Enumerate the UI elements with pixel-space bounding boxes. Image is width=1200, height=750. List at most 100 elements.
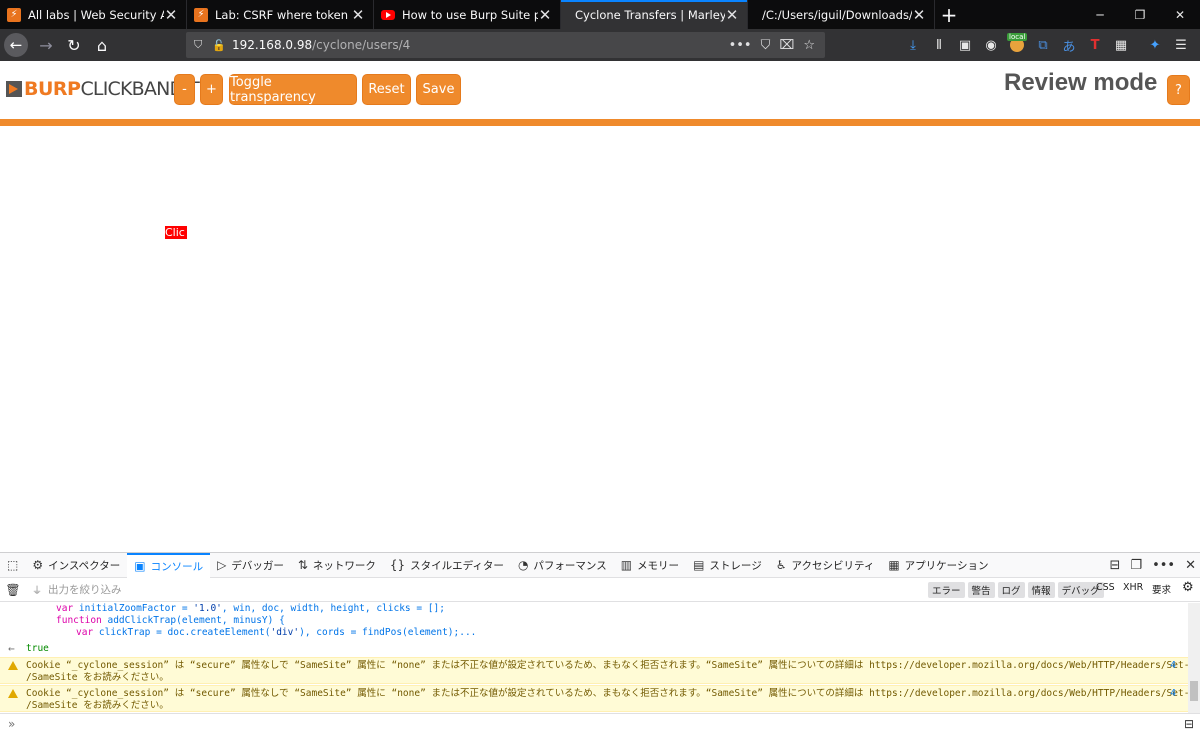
warning-source-link[interactable]: 4: [1170, 660, 1176, 671]
help-button[interactable]: ?: [1167, 75, 1190, 105]
tab-title: All labs | Web Security Academy: [28, 7, 164, 22]
code-line: var initialZoomFactor = '1.0', win, doc,…: [56, 603, 445, 614]
review-mode-title: Review mode: [1004, 69, 1158, 96]
extensions-icon[interactable]: ✦: [1142, 32, 1168, 58]
extension-local-icon[interactable]: local: [1004, 32, 1030, 58]
code-string: '1.0': [193, 603, 222, 614]
restore-button[interactable]: ❐: [1120, 0, 1160, 29]
input-prompt-icon: »: [8, 717, 16, 731]
shield-icon[interactable]: ⛉: [194, 38, 202, 52]
tab-storage[interactable]: ▤ ストレージ: [686, 553, 769, 578]
browser-tab-youtube[interactable]: How to use Burp Suite projects ✕: [374, 0, 561, 29]
tab-accessibility[interactable]: ♿ アクセシビリティ: [769, 553, 882, 578]
code-text: ), cords = findPos(element);...: [299, 627, 477, 638]
code-text: clickTrap = doc.createElement(: [93, 627, 271, 638]
click-trap[interactable]: Clic: [165, 226, 187, 239]
save-button[interactable]: Save: [416, 74, 461, 105]
page-actions-icon[interactable]: •••: [729, 38, 752, 53]
browser-tab-csrf-lab[interactable]: ⚡ Lab: CSRF where token is not tied ✕: [187, 0, 374, 29]
insecure-lock-icon[interactable]: 🔓: [212, 39, 226, 52]
url-host: 192.168.0.98: [231, 38, 313, 52]
more-options-icon[interactable]: •••: [1152, 558, 1175, 573]
framed-page: Clic: [0, 126, 1200, 552]
application-icon: ▦: [888, 558, 900, 572]
tab-label: アプリケーション: [904, 559, 989, 572]
zoom-out-button[interactable]: -: [174, 74, 195, 105]
warning-source-link[interactable]: 4: [1170, 688, 1176, 699]
close-icon[interactable]: ✕: [351, 7, 365, 22]
code-keyword: var: [56, 603, 74, 614]
minimize-button[interactable]: ─: [1080, 0, 1120, 29]
filter-info[interactable]: 情報: [1027, 582, 1055, 598]
tab-style-editor[interactable]: {} スタイルエディター: [383, 553, 511, 578]
back-button[interactable]: ←: [4, 33, 28, 57]
translator-icon[interactable]: あ: [1056, 32, 1082, 58]
browser-tab-all-labs[interactable]: ⚡ All labs | Web Security Academy ✕: [0, 0, 187, 29]
code-text: (element, minusY) {: [176, 615, 285, 626]
console-icon: ▣: [134, 559, 146, 573]
home-button[interactable]: ⌂: [88, 31, 116, 59]
close-window-button[interactable]: ✕: [1160, 0, 1200, 29]
bookmark-star-icon[interactable]: ☆: [803, 38, 815, 53]
network-icon: ⇅: [297, 558, 308, 572]
console-input[interactable]: » ⊟: [0, 713, 1200, 737]
close-icon[interactable]: ✕: [538, 7, 552, 22]
filter-logs[interactable]: ログ: [997, 582, 1025, 598]
library-icon[interactable]: ⫴: [926, 32, 952, 58]
close-icon[interactable]: ✕: [725, 7, 739, 22]
tab-label: コンソール: [150, 560, 204, 573]
close-devtools-icon[interactable]: ✕: [1185, 558, 1196, 573]
console-warning: Cookie “_cyclone_session” は “secure” 属性な…: [0, 685, 1200, 712]
menu-icon[interactable]: ☰: [1168, 32, 1194, 58]
console-settings-icon[interactable]: ⚙: [1182, 580, 1194, 595]
dock-side-icon[interactable]: ❐: [1130, 558, 1142, 573]
code-text: , win, doc, width, height, clicks = [];: [221, 603, 445, 614]
code-line: var clickTrap = doc.createElement('div')…: [76, 627, 476, 638]
tab-debugger[interactable]: ▷ デバッガー: [210, 553, 291, 578]
tab-memory[interactable]: ▥ メモリー: [614, 553, 686, 578]
grid-extension-icon[interactable]: ▦: [1108, 32, 1134, 58]
toggle-transparency-button[interactable]: Toggle transparency: [229, 74, 357, 105]
console-scrollbar[interactable]: [1188, 603, 1200, 713]
filter-css[interactable]: CSS: [1096, 582, 1115, 593]
tab-label: ネットワーク: [312, 559, 376, 572]
translate-extension-icon[interactable]: ⧉: [1030, 32, 1056, 58]
forward-button[interactable]: →: [32, 31, 60, 59]
element-picker-button[interactable]: ⬚: [0, 553, 25, 578]
reload-button[interactable]: ↻: [60, 31, 88, 59]
download-icon[interactable]: ⤓: [900, 32, 926, 58]
code-text: addClickTrap: [101, 615, 177, 626]
url-bar[interactable]: ⛉ 🔓 192.168.0.98/cyclone/users/4 ••• ⛉ ⌧…: [186, 32, 825, 58]
split-console-icon[interactable]: ⊟: [1110, 558, 1121, 573]
close-icon[interactable]: ✕: [164, 7, 178, 22]
tab-application[interactable]: ▦ アプリケーション: [881, 553, 995, 578]
reset-button[interactable]: Reset: [362, 74, 411, 105]
new-tab-button[interactable]: +: [935, 0, 963, 29]
t-extension-icon[interactable]: T: [1082, 32, 1108, 58]
scrollbar-thumb[interactable]: [1190, 681, 1198, 701]
storage-icon: ▤: [693, 558, 705, 572]
tab-performance[interactable]: ◔ パフォーマンス: [511, 553, 614, 578]
sidebar-icon[interactable]: ▣: [952, 32, 978, 58]
filter-xhr[interactable]: XHR: [1123, 582, 1143, 593]
console-filter-input[interactable]: 出力を絞り込み: [48, 582, 122, 597]
zoom-in-button[interactable]: +: [200, 74, 223, 105]
toolbar-icons: ⤓ ⫴ ▣ ◉ local ⧉ あ T ▦ ✦ ☰: [900, 29, 1194, 61]
tab-title: Cyclone Transfers | Marley Barton: [575, 7, 725, 22]
browser-tab-cyclone[interactable]: Cyclone Transfers | Marley Barton ✕: [561, 0, 748, 29]
pocket-icon[interactable]: ⛉: [761, 38, 771, 53]
filter-requests[interactable]: 要求: [1152, 582, 1171, 596]
tab-console[interactable]: ▣ コンソール: [127, 552, 211, 578]
burp-icon: ⚡: [7, 7, 21, 22]
debugger-icon: ▷: [217, 558, 227, 572]
tab-inspector[interactable]: ⚙ インスペクター: [25, 553, 127, 578]
browser-tab-clickjack-file[interactable]: /C:/Users/iguil/Downloads/clickjack ✕: [748, 0, 935, 29]
trash-icon[interactable]: 🗑: [0, 583, 26, 597]
filter-warnings[interactable]: 警告: [967, 582, 995, 598]
filter-errors[interactable]: エラー: [928, 582, 965, 598]
tab-network[interactable]: ⇅ ネットワーク: [291, 553, 383, 578]
editor-mode-icon[interactable]: ⊟: [1184, 717, 1194, 731]
close-icon[interactable]: ✕: [912, 7, 926, 22]
translate-icon[interactable]: ⌧: [779, 38, 794, 53]
account-icon[interactable]: ◉: [978, 32, 1004, 58]
